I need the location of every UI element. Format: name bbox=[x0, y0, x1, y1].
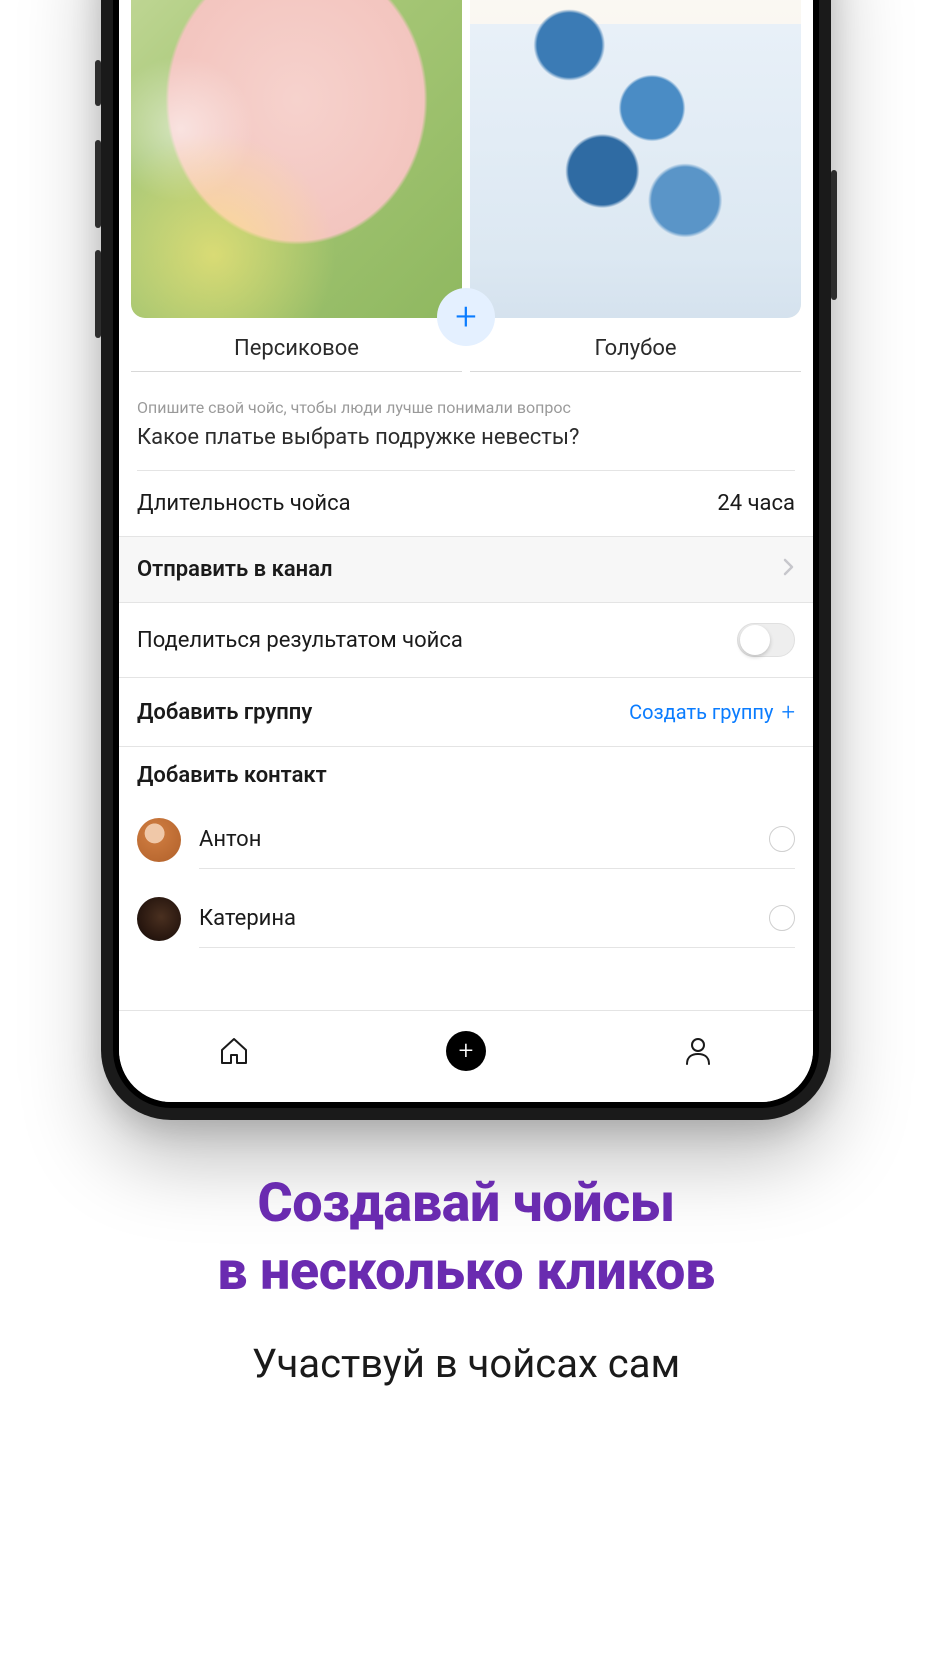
plus-icon: + bbox=[781, 698, 795, 726]
send-to-channel-row[interactable]: Отправить в канал bbox=[119, 537, 813, 603]
tab-bar: + bbox=[119, 1010, 813, 1102]
app-screen: + Персиковое Голубое Опишите свой чойс, … bbox=[119, 0, 813, 1102]
volume-button bbox=[95, 140, 101, 228]
promo-headline-line1: Создавай чойсы bbox=[0, 1170, 932, 1238]
duration-label: Длительность чойса bbox=[137, 491, 351, 516]
add-contact-header: Добавить контакт bbox=[119, 747, 813, 800]
contact-radio[interactable] bbox=[769, 826, 795, 852]
plus-icon: + bbox=[455, 298, 476, 336]
home-icon bbox=[217, 1034, 251, 1068]
add-option-button[interactable]: + bbox=[437, 288, 495, 346]
promo-subline: Участвуй в чойсах сам bbox=[0, 1340, 932, 1387]
contact-row[interactable]: Катерина bbox=[119, 879, 813, 958]
profile-icon bbox=[681, 1034, 715, 1068]
create-group-label: Создать группу bbox=[629, 700, 773, 724]
choice-image-pair: + bbox=[119, 0, 813, 318]
phone-frame: + Персиковое Голубое Опишите свой чойс, … bbox=[101, 0, 831, 1120]
power-button bbox=[831, 170, 837, 300]
avatar bbox=[137, 897, 181, 941]
contact-name: Катерина bbox=[199, 906, 296, 931]
create-group-button[interactable]: Создать группу + bbox=[629, 698, 795, 726]
tab-create[interactable]: + bbox=[446, 1031, 486, 1071]
choice-option-right-image[interactable] bbox=[470, 0, 801, 318]
send-to-channel-label: Отправить в канал bbox=[137, 557, 333, 582]
choice-option-left-label[interactable]: Персиковое bbox=[131, 324, 462, 372]
choice-option-left-image[interactable] bbox=[131, 0, 462, 318]
description-hint: Опишите свой чойс, чтобы люди лучше пони… bbox=[137, 372, 795, 425]
volume-button bbox=[95, 250, 101, 338]
volume-button bbox=[95, 60, 101, 106]
share-result-label: Поделиться результатом чойса bbox=[137, 628, 463, 653]
duration-row[interactable]: Длительность чойса 24 часа bbox=[119, 471, 813, 537]
add-group-label: Добавить группу bbox=[137, 700, 312, 725]
plus-icon: + bbox=[459, 1036, 474, 1066]
tab-profile[interactable] bbox=[679, 1032, 717, 1070]
chevron-right-icon bbox=[783, 557, 795, 582]
avatar bbox=[137, 818, 181, 862]
share-result-toggle[interactable] bbox=[737, 623, 795, 657]
duration-value: 24 часа bbox=[717, 491, 795, 516]
choice-option-right-label[interactable]: Голубое bbox=[470, 324, 801, 372]
add-group-row: Добавить группу Создать группу + bbox=[119, 678, 813, 747]
choice-question-input[interactable]: Какое платье выбрать подружке невесты? bbox=[137, 425, 795, 471]
contact-radio[interactable] bbox=[769, 905, 795, 931]
contact-row[interactable]: Антон bbox=[119, 800, 813, 879]
share-result-row: Поделиться результатом чойса bbox=[119, 603, 813, 678]
promo-headline: Создавай чойсы в несколько кликов bbox=[0, 1170, 932, 1305]
promo-headline-line2: в несколько кликов bbox=[0, 1238, 932, 1306]
contact-name: Антон bbox=[199, 827, 261, 852]
tab-home[interactable] bbox=[215, 1032, 253, 1070]
